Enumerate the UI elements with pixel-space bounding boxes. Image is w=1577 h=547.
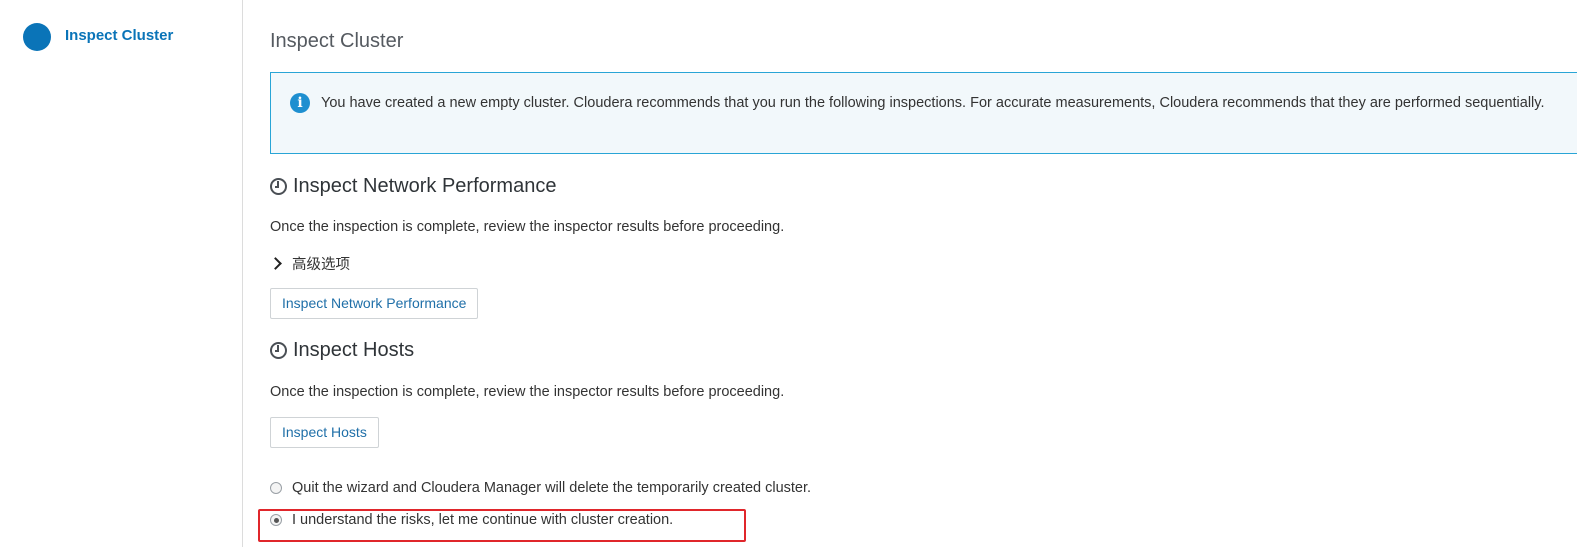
hosts-section-title: Inspect Hosts [293,339,415,361]
sidebar-step-label: Inspect Cluster [65,26,174,44]
main-content: Inspect Cluster i You have created a new… [258,0,1577,547]
inspect-hosts-button[interactable]: Inspect Hosts [270,417,379,448]
clock-icon [270,178,287,195]
sidebar-step-inspect-cluster[interactable]: Inspect Cluster [23,23,173,51]
network-section-title: Inspect Network Performance [293,175,557,197]
advanced-options-toggle[interactable]: 高级选项 [269,253,350,274]
hosts-section-heading: Inspect Hosts [270,339,414,362]
quit-wizard-option-label: Quit the wizard and Cloudera Manager wil… [292,480,812,496]
info-icon: i [290,93,310,113]
app-root: Inspect Cluster Inspect Cluster i You ha… [0,0,1577,547]
continue-creation-option[interactable]: I understand the risks, let me continue … [270,512,673,528]
quit-wizard-option[interactable]: Quit the wizard and Cloudera Manager wil… [270,480,811,496]
radio-button-unchecked[interactable] [270,482,282,494]
clock-icon [270,342,287,359]
inspect-network-performance-button[interactable]: Inspect Network Performance [270,288,479,319]
network-section-heading: Inspect Network Performance [270,175,556,198]
chevron-right-icon [269,257,282,270]
continue-creation-option-label: I understand the risks, let me continue … [292,512,674,528]
page-title: Inspect Cluster [270,30,404,52]
advanced-options-label: 高级选项 [292,257,350,273]
network-section-description: Once the inspection is complete, review … [270,219,785,235]
step-active-dot-icon [23,23,51,51]
info-alert-text: You have created a new empty cluster. Cl… [321,95,1545,111]
info-alert: i You have created a new empty cluster. … [270,72,1577,154]
hosts-section-description: Once the inspection is complete, review … [270,384,785,400]
radio-button-checked[interactable] [270,514,282,526]
wizard-sidebar: Inspect Cluster [0,0,243,547]
